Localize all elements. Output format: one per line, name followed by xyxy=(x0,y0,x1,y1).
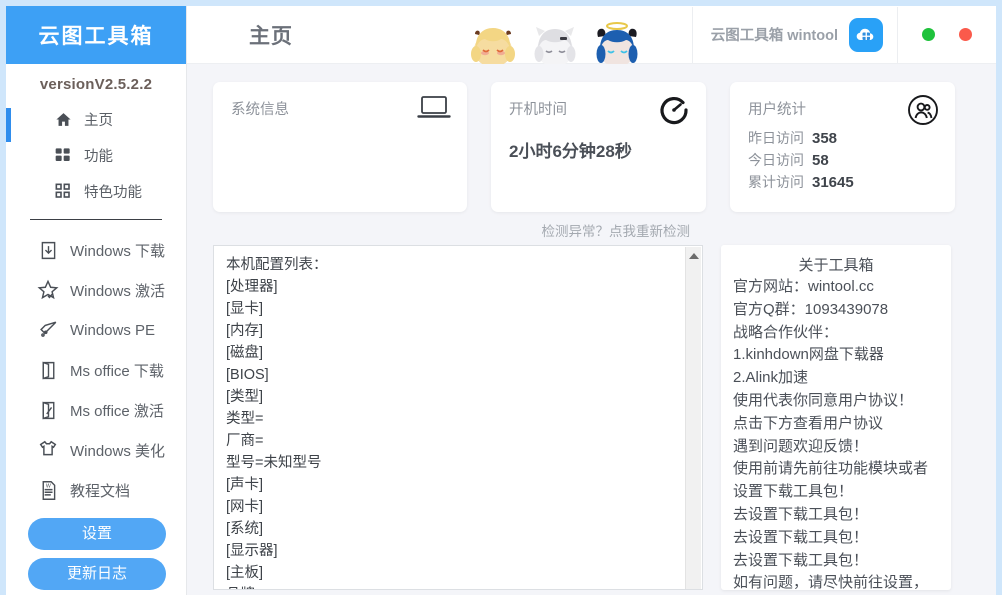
boot-time-value: 2小时6分钟28秒 xyxy=(509,137,688,162)
word-doc-icon: W xyxy=(36,478,60,502)
sidebar-item-windows-download-label: Windows 下载 xyxy=(70,240,165,261)
recheck-row: 检测异常？点我重新检测 xyxy=(213,212,974,245)
stat-row-total: 累计访问 31645 xyxy=(748,172,937,192)
stat-label-total: 累计访问 xyxy=(748,172,804,192)
sidebar-item-windows-download[interactable]: Windows 下载 xyxy=(6,230,186,270)
sidebar-item-office-activate[interactable]: Ms office 激活 xyxy=(6,390,186,430)
sidebar-item-office-download-label: Ms office 下载 xyxy=(70,360,164,381)
user-stats-rows: 昨日访问 358 今日访问 58 累计访问 31645 xyxy=(748,128,937,192)
stopwatch-icon xyxy=(658,94,690,131)
about-panel-title: 关于工具箱 xyxy=(733,254,939,275)
laptop-icon xyxy=(417,94,451,127)
stat-label-yesterday: 昨日访问 xyxy=(748,128,804,148)
sidebar-brand-title: 云图工具箱 xyxy=(39,20,154,50)
star-check-icon xyxy=(36,278,60,302)
minimize-dot[interactable] xyxy=(922,28,935,41)
mascot-group xyxy=(465,6,645,64)
sidebar-item-tutorial-docs[interactable]: W 教程文档 xyxy=(6,470,186,510)
mascot-blonde-horns xyxy=(465,20,521,64)
app-window: 云图工具箱 versionV2.5.2.2 主页 功能 特色功能 xyxy=(0,0,1002,595)
sidebar-item-home[interactable]: 主页 xyxy=(6,101,186,137)
download-box-icon xyxy=(36,238,60,262)
sidebar-item-office-download[interactable]: Ms office 下载 xyxy=(6,350,186,390)
user-stats-card[interactable]: 用户统计 昨日访问 358 xyxy=(730,82,955,212)
recheck-link[interactable]: 检测异常？点我重新检测 xyxy=(542,224,691,239)
users-circle-icon xyxy=(907,94,939,131)
sidebar-item-windows-pe[interactable]: Windows PE xyxy=(6,310,186,350)
about-panel: 关于工具箱 官方网站：wintool.cc 官方Q群：1093439078 战略… xyxy=(721,245,951,590)
sidebar-item-windows-pe-label: Windows PE xyxy=(70,322,155,339)
topbar: 主页 xyxy=(187,6,996,64)
window-inner: 云图工具箱 versionV2.5.2.2 主页 功能 特色功能 xyxy=(6,6,996,595)
shirt-icon xyxy=(36,438,60,462)
home-icon xyxy=(54,110,72,128)
sidebar-buttons: 设置 更新日志 xyxy=(6,510,186,595)
svg-text:W: W xyxy=(45,483,50,489)
office-key-icon xyxy=(36,398,60,422)
settings-button[interactable]: 设置 xyxy=(28,518,166,550)
usb-tag-icon xyxy=(36,318,60,342)
cloud-windows-logo xyxy=(849,18,883,52)
system-info-card[interactable]: 系统信息 xyxy=(213,82,467,212)
stat-row-today: 今日访问 58 xyxy=(748,150,937,170)
config-list-text: 本机配置列表： [处理器] [显卡] [内存] [磁盘] [BIOS] [类型]… xyxy=(214,246,702,589)
stat-value-today: 58 xyxy=(812,152,829,169)
stat-row-yesterday: 昨日访问 358 xyxy=(748,128,937,148)
sidebar: 云图工具箱 versionV2.5.2.2 主页 功能 特色功能 xyxy=(6,6,187,595)
sidebar-item-tutorial-docs-label: 教程文档 xyxy=(70,480,130,501)
topbar-right: 云图工具箱 wintool xyxy=(692,6,996,64)
boot-time-card[interactable]: 开机时间 2小时6分钟28秒 xyxy=(491,82,706,212)
about-panel-body: 官方网站：wintool.cc 官方Q群：1093439078 战略合作伙伴： … xyxy=(733,276,939,590)
config-scrollbar[interactable] xyxy=(685,247,701,590)
sidebar-item-home-label: 主页 xyxy=(84,109,113,130)
sidebar-item-functions[interactable]: 功能 xyxy=(6,137,186,173)
main-area: 主页 xyxy=(187,6,996,595)
sidebar-item-featured[interactable]: 特色功能 xyxy=(6,173,186,209)
window-controls xyxy=(898,28,996,41)
office-book-icon xyxy=(36,358,60,382)
brand-chip-text: 云图工具箱 wintool xyxy=(711,24,838,45)
sidebar-item-office-activate-label: Ms office 激活 xyxy=(70,400,164,421)
config-list-panel[interactable]: 本机配置列表： [处理器] [显卡] [内存] [磁盘] [BIOS] [类型]… xyxy=(213,245,703,590)
sidebar-nav-top: 主页 功能 特色功能 xyxy=(6,101,186,209)
close-dot[interactable] xyxy=(959,28,972,41)
mascot-blue-angel xyxy=(589,20,645,64)
sidebar-item-windows-activate[interactable]: Windows 激活 xyxy=(6,270,186,310)
sidebar-item-windows-activate-label: Windows 激活 xyxy=(70,280,165,301)
brand-chip[interactable]: 云图工具箱 wintool xyxy=(693,18,897,52)
sidebar-item-windows-beautify[interactable]: Windows 美化 xyxy=(6,430,186,470)
sidebar-item-windows-beautify-label: Windows 美化 xyxy=(70,440,165,461)
changelog-button[interactable]: 更新日志 xyxy=(28,558,166,590)
version-label: versionV2.5.2.2 xyxy=(6,64,186,101)
sidebar-item-featured-label: 特色功能 xyxy=(84,181,142,202)
sidebar-brand: 云图工具箱 xyxy=(6,6,186,64)
scroll-up-arrow-icon[interactable] xyxy=(689,253,699,259)
stat-value-yesterday: 358 xyxy=(812,130,837,147)
stat-label-today: 今日访问 xyxy=(748,150,804,170)
stat-value-total: 31645 xyxy=(812,174,854,191)
apps-icon xyxy=(54,182,72,200)
sidebar-nav-list: Windows 下载 Windows 激活 Windows PE Ms offi… xyxy=(6,220,186,510)
page-title: 主页 xyxy=(249,20,293,50)
grid-icon xyxy=(54,146,72,164)
content-area: 系统信息 开机时间 xyxy=(187,64,996,595)
lower-panels: 本机配置列表： [处理器] [显卡] [内存] [磁盘] [BIOS] [类型]… xyxy=(213,245,974,590)
stat-cards: 系统信息 开机时间 xyxy=(213,82,974,212)
mascot-white-wolf xyxy=(527,20,583,64)
sidebar-item-functions-label: 功能 xyxy=(84,145,113,166)
